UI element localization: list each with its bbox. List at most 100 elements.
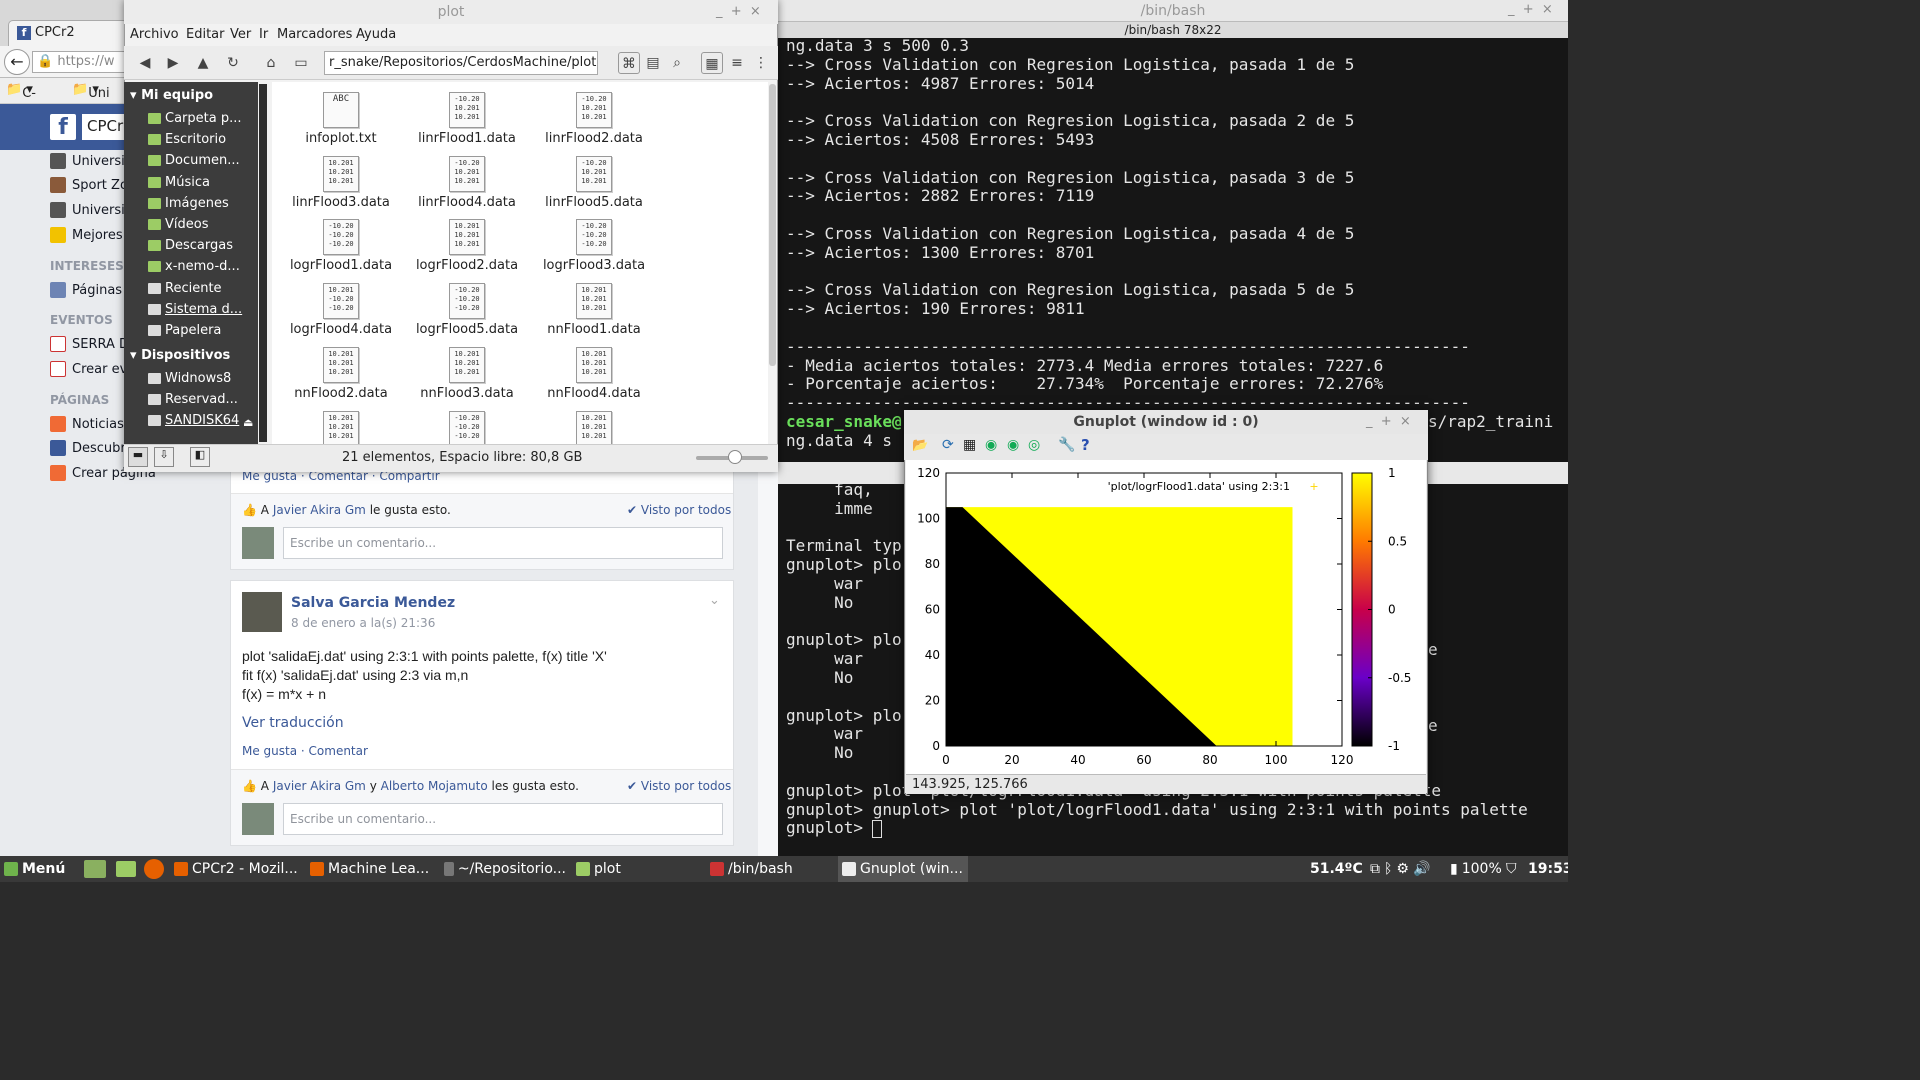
bookmark-folder-uni[interactable]: 📁 Uni ▾ — [72, 82, 110, 101]
reload-icon[interactable]: ↻ — [222, 52, 244, 74]
taskbar-window-button[interactable]: ~/Repositorio... — [440, 856, 570, 882]
sidebar-place[interactable]: x-nemo-d... — [148, 259, 240, 274]
facebook-logo-icon[interactable]: f — [50, 114, 76, 140]
sidebar-page-2[interactable]: Descubri — [50, 440, 129, 456]
sidebar-heading-computer[interactable]: ▾ Mi equipo — [130, 88, 213, 103]
sidebar-event-1[interactable]: SERRA D — [50, 336, 129, 352]
sidebar-place[interactable]: Carpeta p... — [148, 111, 241, 126]
folder-pane-icon[interactable]: ▬ — [128, 447, 148, 467]
comment-input[interactable]: Escribe un comentario... — [283, 527, 723, 559]
back-arrow-icon[interactable]: ◀ — [134, 52, 156, 74]
sidebar-fav-4[interactable]: Mejores a — [50, 227, 135, 243]
show-desktop-button[interactable] — [80, 856, 110, 882]
file-item[interactable]: ABC infoplot.txt — [281, 92, 401, 146]
compact-view-icon[interactable]: ⋮ — [750, 52, 772, 74]
liker-link[interactable]: Javier Akira Gm — [273, 779, 366, 793]
comment-input[interactable]: Escribe un comentario... — [283, 803, 723, 835]
sidebar-fav-3[interactable]: Universid — [50, 202, 133, 218]
post-date[interactable]: 8 de enero a la(s) 21:36 — [291, 616, 435, 630]
taskbar-window-button[interactable]: Gnuplot (win... — [838, 856, 968, 882]
firefox-launcher[interactable] — [140, 856, 168, 882]
taskbar-window-button[interactable]: /bin/bash — [706, 856, 836, 882]
file-scrollbar[interactable] — [769, 84, 776, 366]
eject-icon[interactable]: ⏏ — [243, 416, 253, 429]
up-arrow-icon[interactable]: ▲ — [192, 52, 214, 74]
shield-icon[interactable]: ⛉ — [1502, 856, 1524, 882]
window-controls[interactable]: _ + × — [1508, 2, 1553, 17]
sidebar-place[interactable]: Documen... — [148, 153, 240, 168]
list-view-icon[interactable]: ≡ — [726, 52, 748, 74]
toggle-sidebar-icon[interactable]: ◧ — [190, 447, 210, 467]
taskbar-window-button[interactable]: CPCr2 - Mozil... — [170, 856, 304, 882]
chevron-down-icon[interactable]: ⌄ — [709, 593, 720, 608]
sidebar-device[interactable]: Widnows8 — [148, 371, 231, 386]
taskbar-window-button[interactable]: plot — [572, 856, 704, 882]
author-avatar[interactable] — [242, 592, 282, 632]
file-item[interactable]: -10.20 10.201 10.201 linrFlood4.data — [407, 155, 527, 210]
sidebar-fav-1[interactable]: Universid — [50, 153, 133, 169]
zoom-slider-handle[interactable] — [728, 450, 742, 464]
icon-view-icon[interactable]: ▦ — [701, 52, 723, 74]
menu-editar[interactable]: Editar — [186, 27, 225, 42]
home-icon[interactable]: ⌂ — [260, 52, 282, 74]
file-item[interactable]: 10.201 10.201 10.201 nnFlood4.data — [534, 346, 654, 401]
sidebar-place[interactable]: Reciente — [148, 281, 222, 296]
file-item[interactable]: -10.20 -10.20 -10.20 logrFlood3.data — [534, 219, 654, 273]
help-icon[interactable]: ? — [1081, 436, 1090, 454]
file-item[interactable]: -10.20 -10.20 -10.20 logrFlood1.data — [281, 219, 401, 273]
sidebar-place[interactable]: Escritorio — [148, 132, 226, 147]
file-item[interactable]: -10.20 10.201 10.201 linrFlood5.data — [534, 155, 654, 210]
browser-tab[interactable]: f CPCr2 — [8, 20, 128, 46]
config-icon[interactable]: 🔧 — [1058, 437, 1075, 453]
zoom-prev-icon[interactable]: ◉ — [985, 437, 997, 453]
menu-ayuda[interactable]: Ayuda — [356, 27, 396, 42]
tray-icons[interactable]: ⧉ ᛒ ⚙ 🔊 — [1366, 856, 1446, 882]
file-item[interactable]: -10.20 10.201 10.201 linrFlood2.data — [534, 92, 654, 146]
facebook-search-input[interactable]: CPCr — [82, 114, 126, 140]
taskbar-window-button[interactable]: Machine Lea... — [306, 856, 438, 882]
search-icon[interactable]: ⌕ — [666, 52, 688, 74]
sidebar-fav-2[interactable]: Sport Zor — [50, 177, 133, 193]
url-bar[interactable]: 🔒 https://w — [32, 51, 128, 73]
export-icon[interactable]: 📂 — [912, 438, 928, 453]
sidebar-heading-devices[interactable]: ▾ Dispositivos — [130, 348, 230, 363]
window-controls[interactable]: _ + × — [1366, 414, 1411, 429]
translate-link[interactable]: Ver traducción — [242, 715, 344, 731]
sidebar-event-create[interactable]: Crear eve — [50, 361, 135, 377]
sidebar-place[interactable]: Vídeos — [148, 217, 208, 232]
sidebar-device[interactable]: Reservad... — [148, 392, 238, 407]
back-button[interactable]: ← — [4, 49, 30, 75]
sidebar-interest-1[interactable]: Páginas y — [50, 282, 134, 298]
folder-open-icon[interactable]: ▤ — [642, 52, 664, 74]
plot-canvas[interactable]: 0 20 40 60 80 100 120 0 20 40 60 80 100 120 'plot/logr… — [906, 460, 1426, 774]
file-item[interactable]: -10.20 10.201 10.201 linrFlood1.data — [407, 92, 527, 146]
grid-icon[interactable]: ▦ — [963, 437, 976, 453]
sidebar-place[interactable]: Música — [148, 175, 210, 190]
window-controls[interactable]: _ + × — [716, 4, 761, 19]
sidebar-device[interactable]: SANDISK64 — [148, 413, 239, 428]
zoom-next-icon[interactable]: ◉ — [1007, 437, 1019, 453]
file-item[interactable]: 10.201 -10.20 -10.20 logrFlood4.data — [281, 283, 401, 337]
sidebar-scrollbar[interactable] — [259, 84, 267, 442]
menu-button[interactable]: Menú — [0, 856, 78, 882]
file-item[interactable]: 10.201 10.201 10.201 nnFlood1.data — [534, 283, 654, 337]
post-author[interactable]: Salva Garcia Mendez — [291, 595, 455, 611]
file-item[interactable]: 10.201 10.201 10.201 logrFlood2.data — [407, 219, 527, 273]
clock[interactable]: 19:53 — [1524, 856, 1568, 882]
sidebar-place[interactable]: Papelera — [148, 323, 221, 338]
file-item[interactable]: 10.201 10.201 10.201 linrFlood3.data — [281, 155, 401, 210]
liker-link[interactable]: Javier Akira Gm — [273, 503, 366, 517]
menu-ir[interactable]: Ir — [259, 27, 268, 42]
forward-arrow-icon[interactable]: ▶ — [162, 52, 184, 74]
path-toggle-icon[interactable]: ⌘ — [618, 52, 640, 74]
files-launcher[interactable] — [112, 856, 140, 882]
file-item[interactable]: -10.20 -10.20 -10.20 logrFlood5.data — [407, 283, 527, 337]
computer-icon[interactable]: ▭ — [290, 52, 312, 74]
location-bar[interactable]: r_snake/Repositorios/CerdosMachine/plot — [324, 51, 598, 75]
battery-indicator[interactable]: ▮ 100% — [1446, 856, 1502, 882]
file-item[interactable]: 10.201 10.201 10.201 nnFlood2.data — [281, 346, 401, 401]
menu-marcadores[interactable]: Marcadores — [277, 27, 352, 42]
liker-link[interactable]: Alberto Mojamuto — [381, 779, 488, 793]
sidebar-place[interactable]: Sistema d... — [148, 302, 242, 317]
replot-icon[interactable]: ⟳ — [942, 437, 954, 453]
